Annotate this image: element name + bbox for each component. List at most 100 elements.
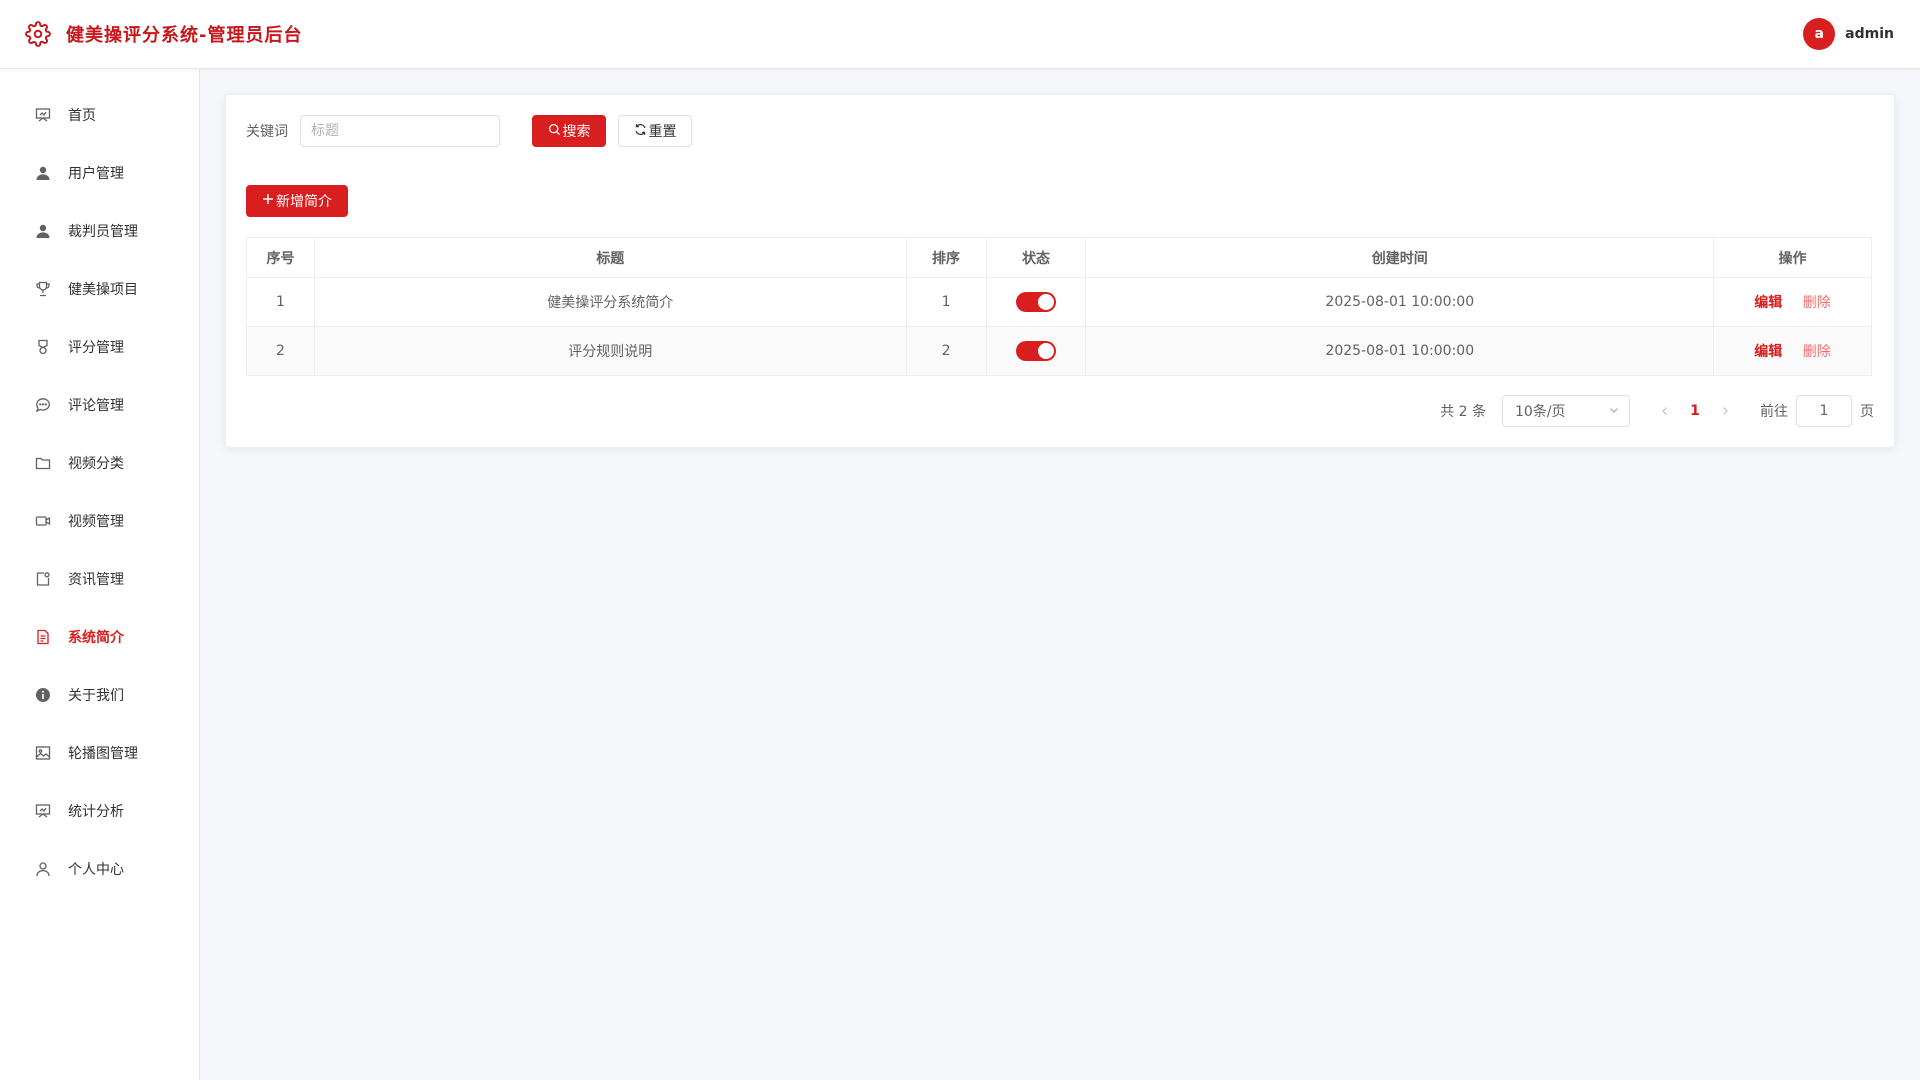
cell-created: 2025-08-01 10:00:00 — [1085, 277, 1715, 327]
delete-link[interactable]: 删除 — [1803, 344, 1831, 360]
column-header-created: 创建时间 — [1085, 237, 1715, 278]
sidebar-item-label: 健美操项目 — [68, 282, 138, 298]
chat-icon — [34, 396, 52, 414]
folder-icon — [34, 454, 52, 472]
prev-page-button[interactable] — [1650, 406, 1680, 416]
picture-icon — [34, 744, 52, 762]
sidebar-item-label: 关于我们 — [68, 688, 124, 704]
sidebar-item-home[interactable]: 首页 — [0, 86, 199, 144]
goto-page-input[interactable] — [1796, 395, 1852, 427]
username[interactable]: admin — [1845, 26, 1894, 42]
sidebar-item-label: 裁判员管理 — [68, 224, 138, 240]
user-outline-icon — [34, 860, 52, 878]
sidebar-item-label: 用户管理 — [68, 166, 124, 182]
sidebar-item-judges[interactable]: 裁判员管理 — [0, 202, 199, 260]
page-size-select[interactable]: 10条/页 — [1502, 395, 1630, 427]
chevron-right-icon — [1723, 407, 1728, 415]
user-menu[interactable]: a admin — [1803, 18, 1894, 50]
sidebar: 首页 用户管理 裁判员管理 健美操项目 评分管理 评论管理 视频分类 视频管理 … — [0, 69, 200, 1080]
sidebar-item-users[interactable]: 用户管理 — [0, 144, 199, 202]
sidebar-item-scoring[interactable]: 评分管理 — [0, 318, 199, 376]
page-number-current[interactable]: 1 — [1680, 403, 1710, 419]
sidebar-item-label: 评论管理 — [68, 398, 124, 414]
cell-actions: 编辑 删除 — [1713, 326, 1872, 376]
medal-icon — [34, 338, 52, 356]
cell-status — [985, 326, 1087, 376]
cell-sort: 1 — [905, 277, 987, 327]
sidebar-item-label: 系统简介 — [68, 630, 124, 646]
chevron-left-icon — [1662, 407, 1667, 415]
content-card: 关键词 搜索 重置 新增简介 序号 标题 排序 状态 创建时 — [225, 94, 1895, 448]
table-header-row: 序号 标题 排序 状态 创建时间 操作 — [246, 237, 1872, 278]
cell-title: 健美操评分系统简介 — [313, 277, 907, 327]
sidebar-item-label: 视频分类 — [68, 456, 124, 472]
add-intro-button[interactable]: 新增简介 — [246, 185, 348, 217]
status-toggle[interactable] — [1015, 341, 1056, 361]
sidebar-item-statistics[interactable]: 统计分析 — [0, 782, 199, 840]
chart-icon — [34, 802, 52, 820]
column-header-actions: 操作 — [1713, 237, 1872, 278]
edit-link[interactable]: 编辑 — [1754, 344, 1782, 360]
column-header-title: 标题 — [313, 237, 907, 278]
user-icon — [34, 222, 52, 240]
next-page-button[interactable] — [1710, 406, 1740, 416]
cell-index: 2 — [246, 326, 315, 376]
news-icon — [34, 570, 52, 588]
edit-link[interactable]: 编辑 — [1754, 295, 1782, 311]
top-header: 健美操评分系统-管理员后台 a admin — [0, 0, 1920, 69]
sidebar-item-label: 评分管理 — [68, 340, 124, 356]
sidebar-item-video-categories[interactable]: 视频分类 — [0, 434, 199, 492]
info-icon — [34, 686, 52, 704]
sidebar-item-label: 统计分析 — [68, 804, 124, 820]
cell-created: 2025-08-01 10:00:00 — [1085, 326, 1715, 376]
sidebar-item-label: 资讯管理 — [68, 572, 124, 588]
search-input[interactable] — [300, 115, 500, 147]
pagination-total: 共 2 条 — [1440, 404, 1486, 420]
avatar[interactable]: a — [1803, 18, 1836, 50]
column-header-sort: 排序 — [905, 237, 987, 278]
plus-icon — [262, 193, 276, 209]
cell-status — [985, 277, 1087, 327]
video-camera-icon — [34, 512, 52, 530]
column-header-index: 序号 — [246, 237, 315, 278]
sidebar-item-system-intro[interactable]: 系统简介 — [0, 608, 199, 666]
add-intro-button-label: 新增简介 — [276, 194, 332, 210]
reset-button-label: 重置 — [648, 124, 677, 140]
table-row: 1 健美操评分系统简介 1 2025-08-01 10:00:00 编辑 删除 — [246, 277, 1872, 327]
intro-table: 序号 标题 排序 状态 创建时间 操作 1 健美操评分系统简介 1 2025-0… — [246, 237, 1872, 376]
cell-actions: 编辑 删除 — [1713, 277, 1872, 327]
goto-label: 前往 — [1760, 404, 1788, 420]
cell-title: 评分规则说明 — [313, 326, 907, 376]
presentation-icon — [34, 106, 52, 124]
sidebar-item-label: 个人中心 — [68, 862, 124, 878]
app-title: 健美操评分系统-管理员后台 — [66, 25, 303, 46]
user-icon — [34, 164, 52, 182]
table-row: 2 评分规则说明 2 2025-08-01 10:00:00 编辑 删除 — [246, 326, 1872, 376]
chevron-down-icon — [1609, 403, 1619, 419]
goto-unit: 页 — [1860, 404, 1874, 420]
delete-link[interactable]: 删除 — [1803, 295, 1831, 311]
brand: 健美操评分系统-管理员后台 — [24, 20, 302, 48]
sidebar-item-comments[interactable]: 评论管理 — [0, 376, 199, 434]
sidebar-item-label: 轮播图管理 — [68, 746, 138, 762]
sidebar-item-profile[interactable]: 个人中心 — [0, 840, 199, 898]
sidebar-item-news[interactable]: 资讯管理 — [0, 550, 199, 608]
trophy-icon — [34, 280, 52, 298]
sidebar-item-videos[interactable]: 视频管理 — [0, 492, 199, 550]
page-size-value: 10条/页 — [1515, 404, 1566, 420]
gear-icon — [24, 20, 52, 48]
search-button[interactable]: 搜索 — [532, 115, 606, 147]
search-label: 关键词 — [246, 124, 288, 140]
sidebar-item-about-us[interactable]: 关于我们 — [0, 666, 199, 724]
refresh-icon — [634, 123, 649, 140]
search-button-label: 搜索 — [562, 124, 591, 140]
sidebar-item-carousel[interactable]: 轮播图管理 — [0, 724, 199, 782]
sidebar-item-aerobics-events[interactable]: 健美操项目 — [0, 260, 199, 318]
cell-sort: 2 — [905, 326, 987, 376]
search-icon — [548, 123, 563, 140]
reset-button[interactable]: 重置 — [618, 115, 692, 147]
cell-index: 1 — [246, 277, 315, 327]
column-header-status: 状态 — [985, 237, 1087, 278]
sidebar-item-label: 视频管理 — [68, 514, 124, 530]
status-toggle[interactable] — [1015, 292, 1056, 312]
